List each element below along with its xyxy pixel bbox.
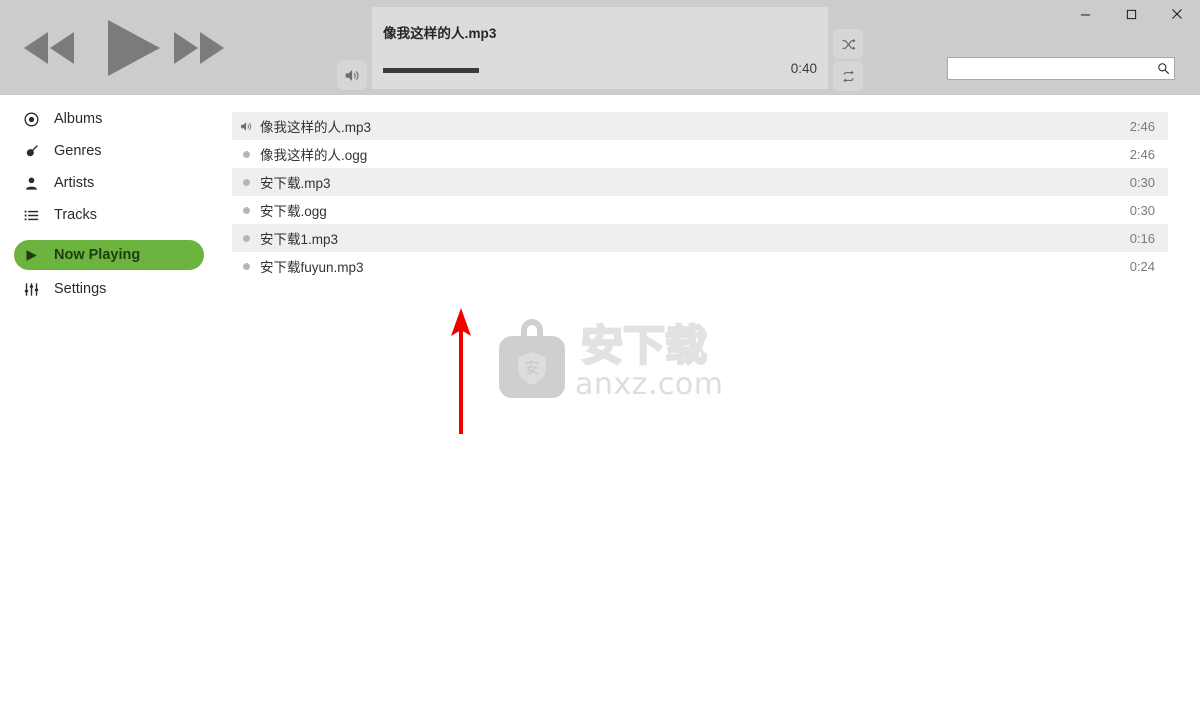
track-duration: 2:46 <box>1129 146 1155 162</box>
guitar-icon <box>24 141 46 161</box>
table-row[interactable]: 像我这样的人.mp3 2:46 <box>232 112 1168 140</box>
sidebar-label-now-playing: Now Playing <box>54 247 141 263</box>
track-bullet-icon <box>232 140 260 168</box>
next-icon <box>174 32 224 64</box>
track-name: 像我这样的人.ogg <box>260 148 368 163</box>
table-row[interactable]: 安下载1.mp3 0:16 <box>232 224 1168 252</box>
sidebar-item-now-playing[interactable]: Now Playing <box>14 240 204 270</box>
sidebar: Albums Genres Artists Tracks Now Playing… <box>0 95 218 720</box>
person-icon <box>24 173 46 193</box>
track-bullet-icon <box>232 168 260 196</box>
progress-bar[interactable] <box>383 68 783 73</box>
track-bullet-icon <box>232 224 260 252</box>
track-duration: 2:46 <box>1129 118 1155 134</box>
sidebar-label-settings: Settings <box>54 281 107 297</box>
arrow-up-icon <box>451 308 471 434</box>
close-icon <box>1172 9 1182 19</box>
sliders-icon <box>24 279 46 299</box>
playback-mode-buttons <box>833 29 865 93</box>
maximize-icon <box>1126 9 1136 19</box>
track-name: 安下载fuyun.mp3 <box>260 260 364 275</box>
minimize-icon <box>1080 13 1090 15</box>
progress-bar-fill <box>383 68 479 73</box>
track-name: 安下载.ogg <box>260 204 327 219</box>
player-header: 像我这样的人.mp3 0:40 <box>0 0 1200 95</box>
volume-icon <box>345 69 358 81</box>
minimize-button[interactable] <box>1062 0 1108 28</box>
maximize-button[interactable] <box>1108 0 1154 28</box>
repeat-button[interactable] <box>833 61 863 91</box>
sidebar-label-genres: Genres <box>54 143 102 159</box>
play-icon <box>24 245 46 265</box>
watermark-logo: 安 安下载 anxz.com <box>489 312 723 407</box>
track-duration: 0:30 <box>1129 174 1155 190</box>
track-duration: 0:24 <box>1129 258 1155 274</box>
sidebar-item-genres[interactable]: Genres <box>14 136 204 166</box>
search-icon <box>1157 63 1169 75</box>
track-list: 像我这样的人.mp3 2:46 像我这样的人.ogg 2:46 安下载.mp3 … <box>232 112 1168 280</box>
watermark-brand-cn: 安下载 <box>581 321 707 370</box>
volume-button[interactable] <box>337 60 367 90</box>
watermark-bag-icon: 安 安下载 <box>499 319 708 398</box>
close-button[interactable] <box>1154 0 1200 28</box>
repeat-icon <box>842 70 854 82</box>
track-name: 安下载1.mp3 <box>260 232 339 247</box>
sidebar-label-tracks: Tracks <box>54 207 97 223</box>
track-bullet-icon <box>232 252 260 280</box>
table-row[interactable]: 安下载.mp3 0:30 <box>232 168 1168 196</box>
watermark-shield-char: 安 <box>524 359 539 377</box>
track-bullet-icon <box>232 196 260 224</box>
disc-icon <box>24 109 46 129</box>
previous-track-button[interactable] <box>22 30 78 66</box>
sidebar-item-artists[interactable]: Artists <box>14 168 204 198</box>
shuffle-icon <box>842 38 855 50</box>
shuffle-button[interactable] <box>833 29 863 59</box>
now-playing-panel: 像我这样的人.mp3 0:40 <box>372 7 828 89</box>
track-name: 安下载.mp3 <box>260 176 331 191</box>
play-button[interactable] <box>100 16 164 80</box>
table-row[interactable]: 安下载fuyun.mp3 0:24 <box>232 252 1168 280</box>
elapsed-time: 0:40 <box>790 61 817 76</box>
track-duration: 0:16 <box>1129 230 1155 246</box>
speaker-icon <box>232 112 260 140</box>
prev-icon <box>24 32 74 64</box>
transport-controls <box>0 0 300 95</box>
play-icon <box>108 20 160 76</box>
track-name: 像我这样的人.mp3 <box>260 120 372 135</box>
sidebar-item-tracks[interactable]: Tracks <box>14 200 204 230</box>
search-box[interactable] <box>947 57 1175 80</box>
table-row[interactable]: 安下载.ogg 0:30 <box>232 196 1168 224</box>
search-button[interactable] <box>1152 58 1174 79</box>
sidebar-label-albums: Albums <box>54 111 103 127</box>
track-duration: 0:30 <box>1129 202 1155 218</box>
watermark-domain: anxz.com <box>575 367 724 402</box>
annotation-arrow <box>447 306 475 436</box>
table-row[interactable]: 像我这样的人.ogg 2:46 <box>232 140 1168 168</box>
search-input[interactable] <box>948 59 1152 78</box>
sidebar-label-artists: Artists <box>54 175 95 191</box>
window-controls <box>1062 0 1200 28</box>
sidebar-item-settings[interactable]: Settings <box>14 274 204 304</box>
now-playing-title: 像我这样的人.mp3 <box>383 26 497 41</box>
sidebar-item-albums[interactable]: Albums <box>14 104 204 134</box>
next-track-button[interactable] <box>170 30 226 66</box>
list-icon <box>24 205 46 225</box>
